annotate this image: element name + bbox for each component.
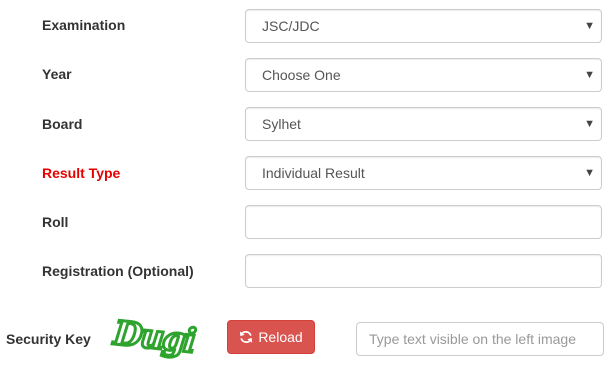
result-type-label: Result Type	[42, 165, 121, 181]
year-selected-value: Choose One	[262, 67, 341, 83]
examination-selected-value: JSC/JDC	[262, 18, 320, 34]
captcha-text: Dugi	[111, 313, 197, 359]
dropdown-arrow-icon: ▼	[584, 20, 595, 32]
dropdown-arrow-icon: ▼	[584, 118, 595, 130]
examination-label: Examination	[42, 17, 126, 33]
year-label: Year	[42, 66, 72, 82]
year-select[interactable]: Choose One ▼	[245, 58, 602, 92]
board-selected-value: Sylhet	[262, 116, 301, 132]
result-search-form: Examination JSC/JDC ▼ Year Choose One ▼ …	[0, 0, 609, 370]
security-key-label: Security Key	[6, 331, 91, 347]
reload-button[interactable]: Reload	[227, 320, 315, 354]
result-type-selected-value: Individual Result	[262, 165, 365, 181]
board-select[interactable]: Sylhet ▼	[245, 107, 602, 141]
reload-button-label: Reload	[258, 329, 303, 345]
board-label: Board	[42, 116, 83, 132]
refresh-icon	[240, 330, 253, 344]
registration-input[interactable]	[245, 254, 602, 288]
roll-input[interactable]	[245, 205, 602, 239]
dropdown-arrow-icon: ▼	[584, 69, 595, 81]
result-type-select[interactable]: Individual Result ▼	[245, 156, 602, 190]
examination-select[interactable]: JSC/JDC ▼	[245, 9, 602, 43]
registration-label: Registration (Optional)	[42, 263, 194, 279]
captcha-image: Dugi	[110, 313, 199, 359]
dropdown-arrow-icon: ▼	[584, 167, 595, 179]
security-key-input[interactable]	[356, 322, 604, 356]
roll-label: Roll	[42, 214, 69, 230]
